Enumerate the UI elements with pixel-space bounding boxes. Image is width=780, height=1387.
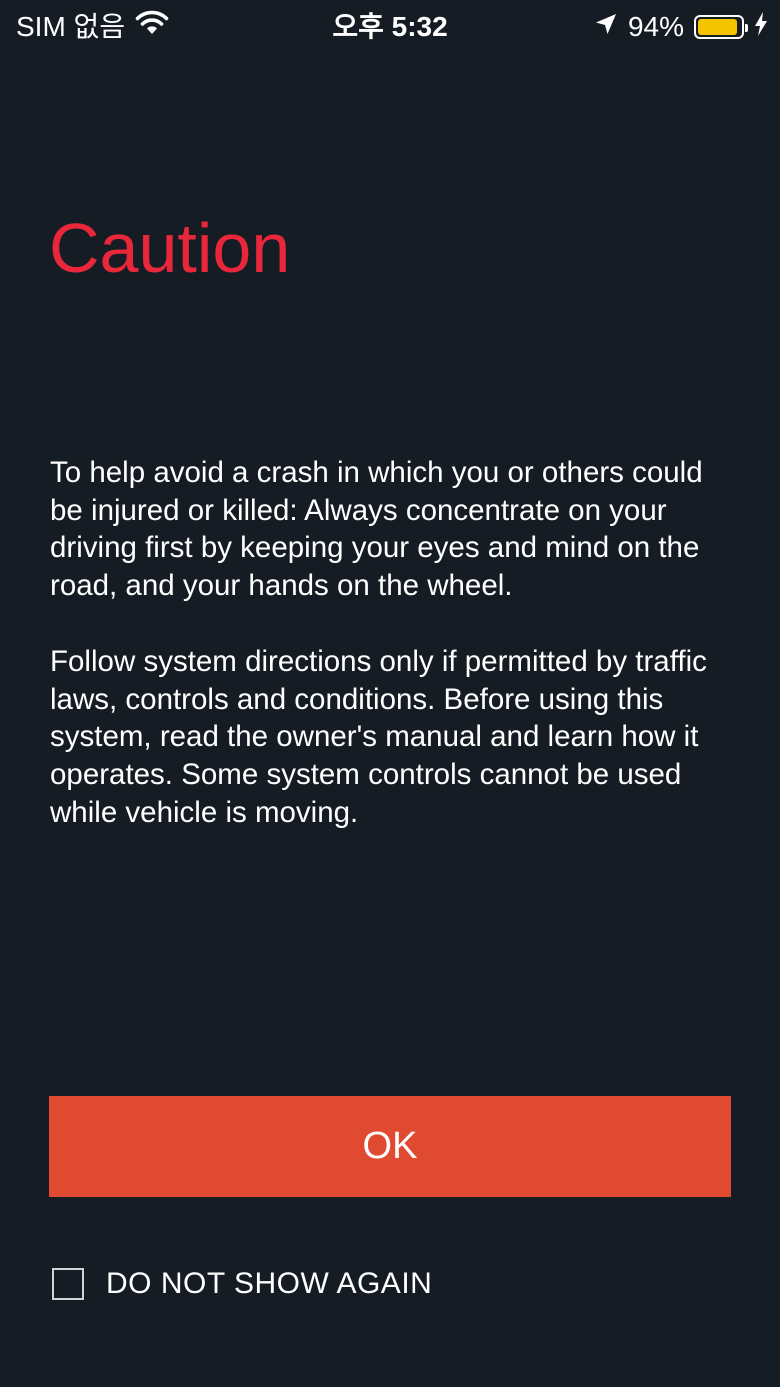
- battery-fill: [698, 19, 738, 35]
- do-not-show-again-option[interactable]: DO NOT SHOW AGAIN: [52, 1264, 432, 1304]
- charging-bolt-icon: [754, 10, 768, 44]
- status-right: 94%: [594, 10, 768, 44]
- caution-paragraph-1: To help avoid a crash in which you or ot…: [50, 456, 703, 603]
- location-arrow-icon: [594, 10, 618, 44]
- status-bar: SIM 없음 오후 5:32 94%: [0, 0, 780, 54]
- battery-icon: [694, 15, 748, 39]
- do-not-show-again-checkbox[interactable]: [52, 1268, 84, 1300]
- caution-title: Caution: [49, 209, 291, 287]
- battery-percent: 94%: [627, 11, 684, 42]
- do-not-show-again-label: DO NOT SHOW AGAIN: [106, 1267, 433, 1300]
- caution-body: To help avoid a crash in which you or ot…: [50, 454, 740, 869]
- battery-cap: [745, 24, 748, 32]
- ok-button-label: OK: [362, 1125, 418, 1167]
- caution-paragraph-2: Follow system directions only if permitt…: [50, 644, 707, 829]
- ok-button[interactable]: OK: [49, 1096, 731, 1197]
